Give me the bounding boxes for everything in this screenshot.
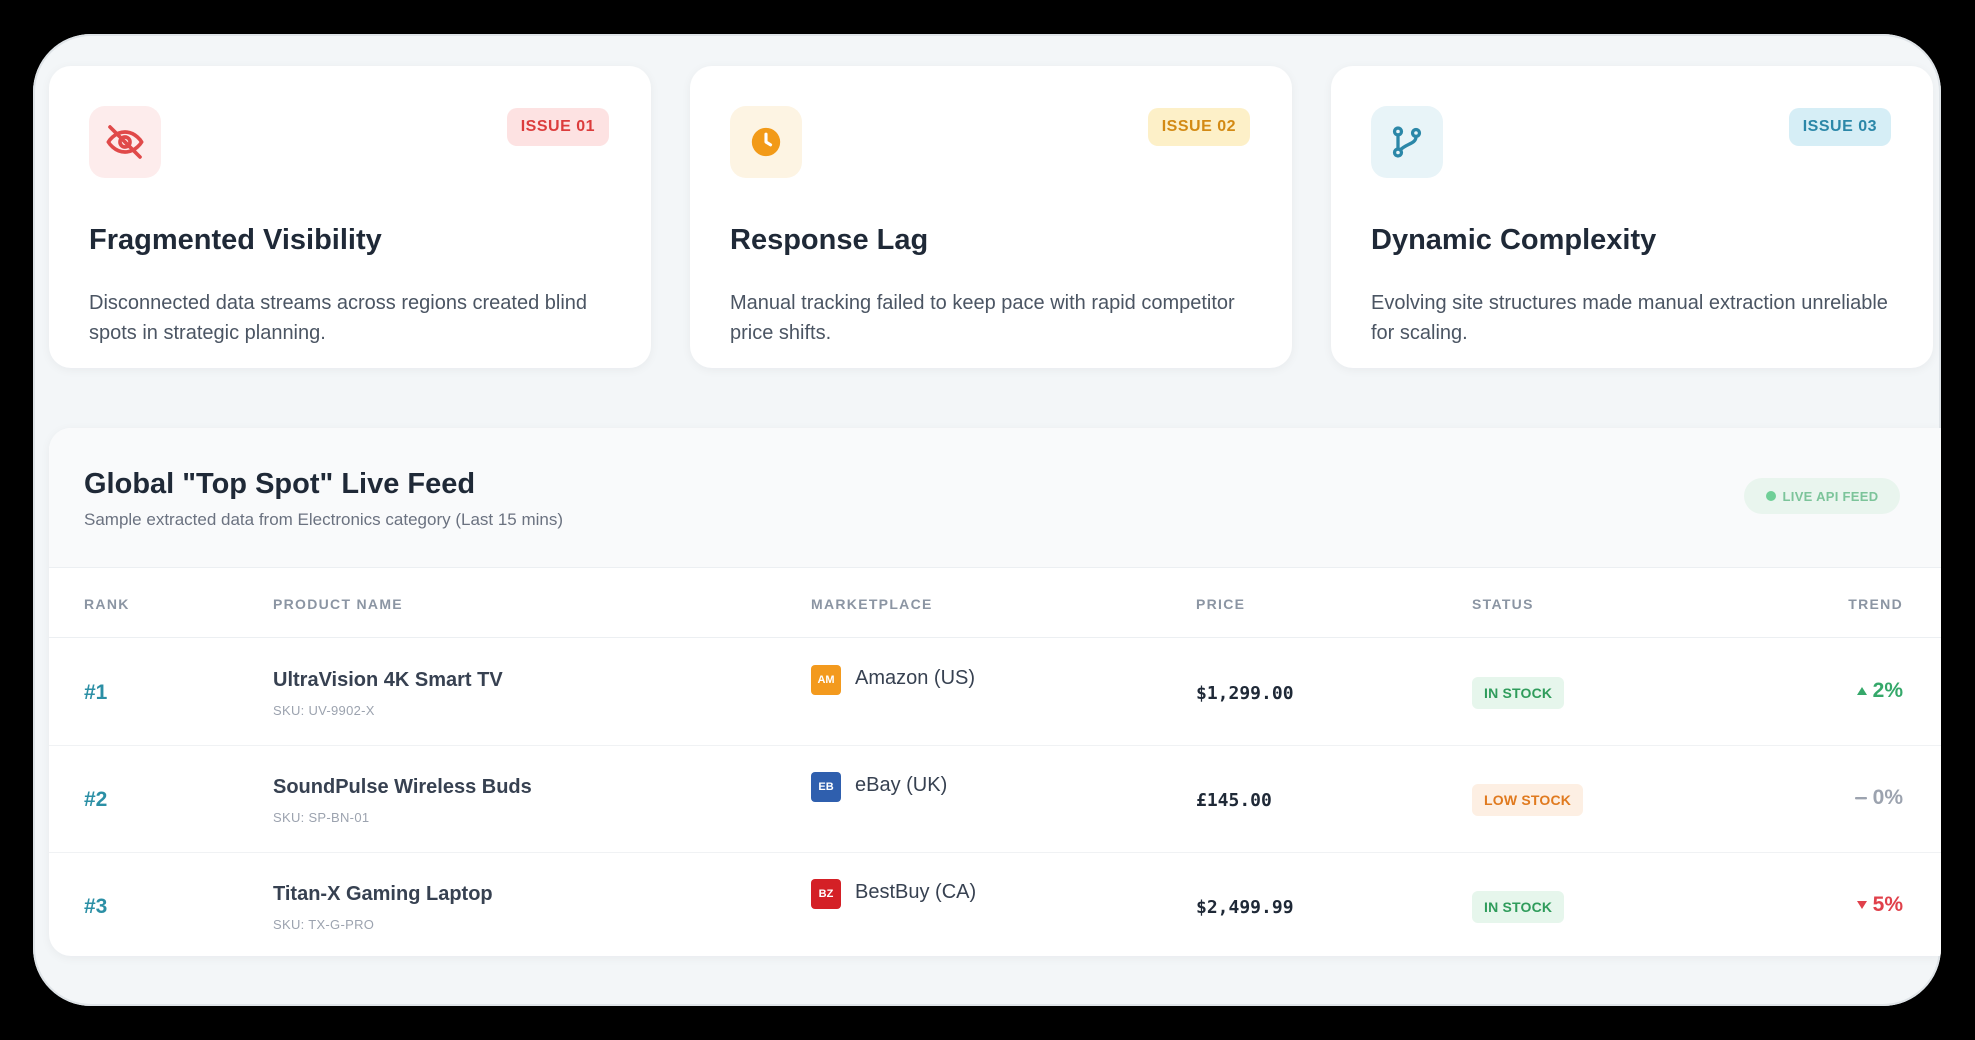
trend-cell: 5% (1856, 893, 1903, 917)
status-badge: IN STOCK (1472, 891, 1565, 923)
status-badge: IN STOCK (1472, 677, 1565, 709)
ebay-logo-icon: EB (811, 772, 841, 802)
price-cell: $1,299.00 (1196, 683, 1294, 704)
price-cell: $2,499.99 (1196, 897, 1294, 918)
live-feed-panel: Global "Top Spot" Live Feed Sample extra… (49, 428, 1941, 956)
issue-description: Disconnected data streams across regions… (89, 292, 588, 344)
table-header: RANK PRODUCT NAME MARKETPLACE PRICE STAT… (49, 568, 1941, 638)
bestbuy-logo-icon: BZ (811, 879, 841, 909)
issue-badge: ISSUE 01 (506, 108, 609, 146)
trend-down-icon (1856, 901, 1867, 909)
status-badge: LOW STOCK (1472, 784, 1584, 816)
table-row[interactable]: #2 SoundPulse Wireless Buds SKU: SP-BN-0… (49, 746, 1941, 853)
rank-cell: #2 (84, 788, 108, 811)
table-row[interactable]: #1 UltraVision 4K Smart TV SKU: UV-9902-… (49, 639, 1941, 746)
table-row[interactable]: #3 Titan-X Gaming Laptop SKU: TX-G-PRO B… (49, 853, 1941, 956)
issue-card-dynamic-complexity: ISSUE 03 Dynamic Complexity Evolving sit… (1331, 66, 1933, 368)
issue-card-fragmented-visibility: ISSUE 01 Fragmented Visibility Disconnec… (49, 66, 651, 368)
trend-cell: 0% (1854, 786, 1903, 810)
feed-subtitle: Sample extracted data from Electronics c… (84, 510, 564, 529)
trend-value: 0% (1872, 786, 1903, 809)
amazon-logo-icon: AM (811, 665, 841, 695)
rank-cell: #1 (84, 681, 108, 704)
issue-title: Response Lag (730, 224, 929, 256)
feed-header: Global "Top Spot" Live Feed Sample extra… (49, 428, 1941, 568)
clock-icon (730, 106, 802, 178)
feed-title: Global "Top Spot" Live Feed (84, 468, 476, 500)
product-name: SoundPulse Wireless Buds (273, 776, 532, 798)
trend-value: 5% (1872, 893, 1903, 916)
trend-value: 2% (1872, 679, 1903, 702)
column-header-price[interactable]: PRICE (1196, 596, 1245, 612)
eye-off-icon (89, 106, 161, 178)
live-api-badge: LIVE API FEED (1744, 478, 1900, 514)
live-api-label: LIVE API FEED (1782, 488, 1879, 504)
marketplace-name: Amazon (US) (855, 667, 976, 689)
issue-badge: ISSUE 03 (1788, 108, 1891, 146)
trend-flat-icon (1854, 797, 1867, 800)
column-header-rank[interactable]: RANK (84, 596, 130, 612)
issue-description: Evolving site structures made manual ext… (1371, 292, 1888, 344)
price-cell: £145.00 (1196, 790, 1272, 811)
column-header-product-name[interactable]: PRODUCT NAME (273, 596, 403, 612)
marketplace-name: eBay (UK) (855, 774, 948, 796)
issue-badge: ISSUE 02 (1147, 108, 1250, 146)
app-frame: ISSUE 01 Fragmented Visibility Disconnec… (33, 34, 1941, 1006)
issue-description: Manual tracking failed to keep pace with… (730, 292, 1235, 344)
issue-title: Fragmented Visibility (89, 224, 382, 256)
issue-title: Dynamic Complexity (1371, 224, 1657, 256)
product-sku: SKU: UV-9902-X (273, 703, 375, 718)
trend-up-icon (1856, 687, 1867, 695)
marketplace-name: BestBuy (CA) (855, 881, 977, 903)
column-header-trend[interactable]: TREND (1848, 596, 1903, 612)
product-name: UltraVision 4K Smart TV (273, 669, 503, 691)
git-branch-icon (1371, 106, 1443, 178)
product-sku: SKU: SP-BN-01 (273, 810, 370, 825)
live-dot-icon (1765, 491, 1776, 501)
product-sku: SKU: TX-G-PRO (273, 917, 375, 932)
trend-cell: 2% (1856, 679, 1903, 703)
column-header-marketplace[interactable]: MARKETPLACE (811, 596, 933, 612)
product-name: Titan-X Gaming Laptop (273, 883, 493, 905)
rank-cell: #3 (84, 895, 108, 918)
column-header-status[interactable]: STATUS (1472, 596, 1534, 612)
issue-card-response-lag: ISSUE 02 Response Lag Manual tracking fa… (690, 66, 1292, 368)
